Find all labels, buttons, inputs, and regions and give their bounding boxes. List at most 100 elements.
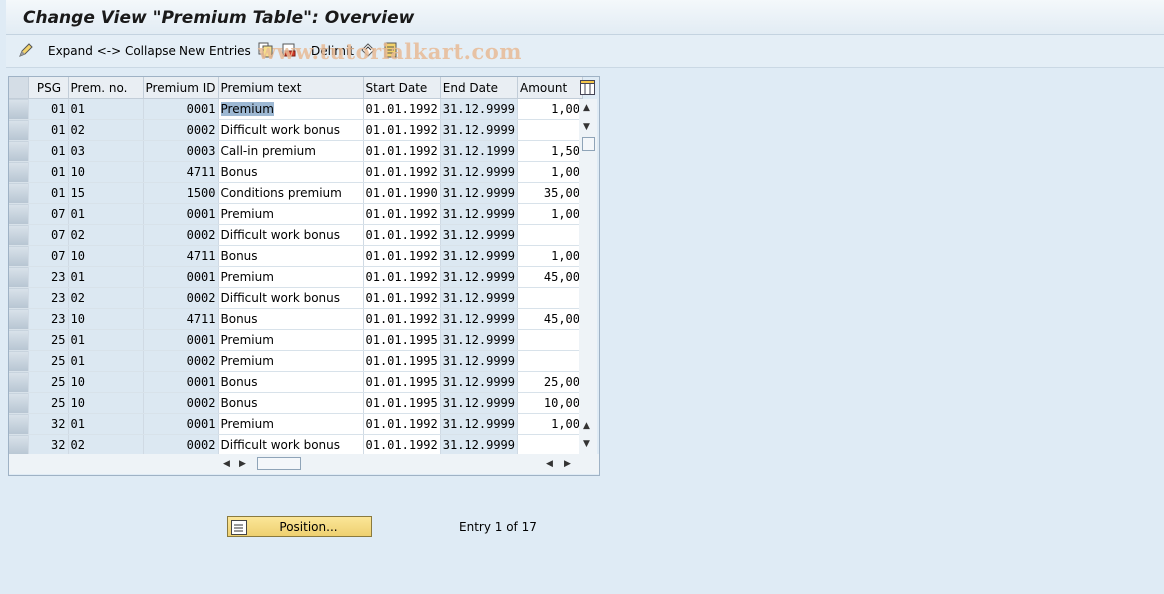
- vertical-scrollbar[interactable]: ▲ ▼ ▲ ▼: [579, 99, 597, 454]
- row-selector[interactable]: [9, 413, 29, 435]
- cell-start-date[interactable]: 01.01.1992: [363, 266, 441, 288]
- cell-amount[interactable]: 45,00: [517, 308, 583, 330]
- row-selector[interactable]: [9, 224, 29, 246]
- cell-premium-text[interactable]: Premium: [218, 203, 364, 225]
- cell-amount[interactable]: [517, 329, 583, 351]
- row-selector[interactable]: [9, 161, 29, 183]
- expand-collapse-button[interactable]: Expand <-> Collapse: [48, 43, 176, 59]
- display-change-icon[interactable]: [18, 42, 34, 58]
- row-selector[interactable]: [9, 203, 29, 225]
- row-selector[interactable]: [9, 350, 29, 372]
- cell-start-date[interactable]: 01.01.1992: [363, 245, 441, 267]
- table-row[interactable]: 32 01 0001 Premium 01.01.1992 31.12.9999 1,00: [9, 413, 583, 435]
- cell-amount[interactable]: 1,00: [517, 413, 583, 435]
- column-settings-icon[interactable]: [580, 80, 595, 95]
- cell-premium-text[interactable]: Premium: [218, 329, 364, 351]
- row-selector[interactable]: [9, 434, 29, 456]
- cell-premium-text[interactable]: Premium: [218, 413, 364, 435]
- row-selector[interactable]: [9, 308, 29, 330]
- cell-start-date[interactable]: 01.01.1990: [363, 182, 441, 204]
- cell-amount[interactable]: [517, 350, 583, 372]
- cell-premium-text[interactable]: Premium: [218, 350, 364, 372]
- cell-premium-text[interactable]: Bonus: [218, 308, 364, 330]
- cell-amount[interactable]: 1,00: [517, 245, 583, 267]
- cell-start-date[interactable]: 01.01.1995: [363, 371, 441, 393]
- horizontal-scrollbar[interactable]: ◀ ▶ ◀ ▶: [9, 454, 599, 474]
- scroll-right-end-icon[interactable]: ▶: [564, 459, 571, 469]
- cell-start-date[interactable]: 01.01.1992: [363, 161, 441, 183]
- table-row[interactable]: 23 02 0002 Difficult work bonus 01.01.1992 31…: [9, 287, 583, 309]
- column-header-premium-text[interactable]: Premium text: [218, 77, 364, 99]
- table-row[interactable]: 01 10 4711 Bonus 01.01.1992 31.12.9999 1,00: [9, 161, 583, 183]
- cell-premium-text[interactable]: Conditions premium: [218, 182, 364, 204]
- table-row[interactable]: 01 03 0003 Call-in premium 01.01.1992 31.12.1…: [9, 140, 583, 162]
- cell-amount[interactable]: 1,00: [517, 161, 583, 183]
- table-row[interactable]: 01 01 0001 Premium 01.01.1992 31.12.9999 1,00: [9, 98, 583, 120]
- select-all-header[interactable]: [9, 77, 29, 99]
- table-row[interactable]: 01 02 0002 Difficult work bonus 01.01.1992 31…: [9, 119, 583, 141]
- table-row[interactable]: 07 10 4711 Bonus 01.01.1992 31.12.9999 1,00: [9, 245, 583, 267]
- table-row[interactable]: 01 15 1500 Conditions premium 01.01.1990 31.1…: [9, 182, 583, 204]
- scroll-down-icon[interactable]: ▼: [583, 439, 590, 449]
- cell-amount[interactable]: 25,00: [517, 371, 583, 393]
- cell-premium-text[interactable]: Difficult work bonus: [218, 287, 364, 309]
- cell-premium-text[interactable]: Difficult work bonus: [218, 119, 364, 141]
- table-row[interactable]: 07 02 0002 Difficult work bonus 01.01.1992 31…: [9, 224, 583, 246]
- row-selector[interactable]: [9, 140, 29, 162]
- cell-premium-text[interactable]: Bonus: [218, 245, 364, 267]
- row-selector[interactable]: [9, 182, 29, 204]
- cell-start-date[interactable]: 01.01.1992: [363, 434, 441, 456]
- horizontal-scroll-thumb[interactable]: [257, 457, 301, 470]
- cell-premium-text[interactable]: Premium: [218, 98, 364, 120]
- cell-start-date[interactable]: 01.01.1992: [363, 140, 441, 162]
- row-selector[interactable]: [9, 329, 29, 351]
- column-header-start-date[interactable]: Start Date: [363, 77, 441, 99]
- table-row[interactable]: 25 01 0001 Premium 01.01.1995 31.12.9999: [9, 329, 583, 351]
- table-row[interactable]: 23 01 0001 Premium 01.01.1992 31.12.9999 45,00: [9, 266, 583, 288]
- row-selector[interactable]: [9, 266, 29, 288]
- column-header-amount[interactable]: Amount: [517, 77, 583, 99]
- scroll-left-end-icon[interactable]: ◀: [546, 459, 553, 469]
- column-header-prem-no[interactable]: Prem. no.: [68, 77, 144, 99]
- cell-amount[interactable]: [517, 287, 583, 309]
- table-row[interactable]: 25 10 0002 Bonus 01.01.1995 31.12.9999 10,00: [9, 392, 583, 414]
- cell-start-date[interactable]: 01.01.1995: [363, 350, 441, 372]
- table-row[interactable]: 25 01 0002 Premium 01.01.1995 31.12.9999: [9, 350, 583, 372]
- table-row[interactable]: 07 01 0001 Premium 01.01.1992 31.12.9999 1,00: [9, 203, 583, 225]
- cell-start-date[interactable]: 01.01.1992: [363, 287, 441, 309]
- cell-amount[interactable]: 1,50: [517, 140, 583, 162]
- table-row[interactable]: 25 10 0001 Bonus 01.01.1995 31.12.9999 25,00: [9, 371, 583, 393]
- cell-premium-text[interactable]: Premium: [218, 266, 364, 288]
- row-selector[interactable]: [9, 245, 29, 267]
- row-selector[interactable]: [9, 119, 29, 141]
- cell-amount[interactable]: [517, 119, 583, 141]
- page-down-icon[interactable]: ▼: [583, 122, 590, 132]
- cell-start-date[interactable]: 01.01.1992: [363, 119, 441, 141]
- cell-start-date[interactable]: 01.01.1995: [363, 329, 441, 351]
- row-selector[interactable]: [9, 98, 29, 120]
- cell-amount[interactable]: [517, 224, 583, 246]
- cell-premium-text[interactable]: Call-in premium: [218, 140, 364, 162]
- cell-premium-text[interactable]: Bonus: [218, 392, 364, 414]
- row-selector[interactable]: [9, 287, 29, 309]
- position-button[interactable]: Position...: [227, 516, 372, 537]
- cell-premium-text[interactable]: Bonus: [218, 161, 364, 183]
- scroll-up-icon[interactable]: ▲: [583, 103, 590, 113]
- page-up-icon[interactable]: ▲: [583, 421, 590, 431]
- cell-start-date[interactable]: 01.01.1992: [363, 224, 441, 246]
- column-header-psg[interactable]: PSG: [28, 77, 69, 99]
- vertical-scroll-thumb[interactable]: [582, 137, 595, 151]
- table-row[interactable]: 32 02 0002 Difficult work bonus 01.01.1992 31…: [9, 434, 583, 456]
- row-selector[interactable]: [9, 392, 29, 414]
- scroll-right-icon[interactable]: ▶: [239, 459, 246, 469]
- cell-start-date[interactable]: 01.01.1992: [363, 413, 441, 435]
- cell-start-date[interactable]: 01.01.1992: [363, 308, 441, 330]
- column-header-premium-id[interactable]: Premium ID: [143, 77, 219, 99]
- row-selector[interactable]: [9, 371, 29, 393]
- column-header-end-date[interactable]: End Date: [440, 77, 519, 99]
- cell-start-date[interactable]: 01.01.1995: [363, 392, 441, 414]
- cell-amount[interactable]: 1,00: [517, 98, 583, 120]
- new-entries-button[interactable]: New Entries: [179, 43, 251, 59]
- cell-amount[interactable]: 45,00: [517, 266, 583, 288]
- cell-premium-text[interactable]: Difficult work bonus: [218, 434, 364, 456]
